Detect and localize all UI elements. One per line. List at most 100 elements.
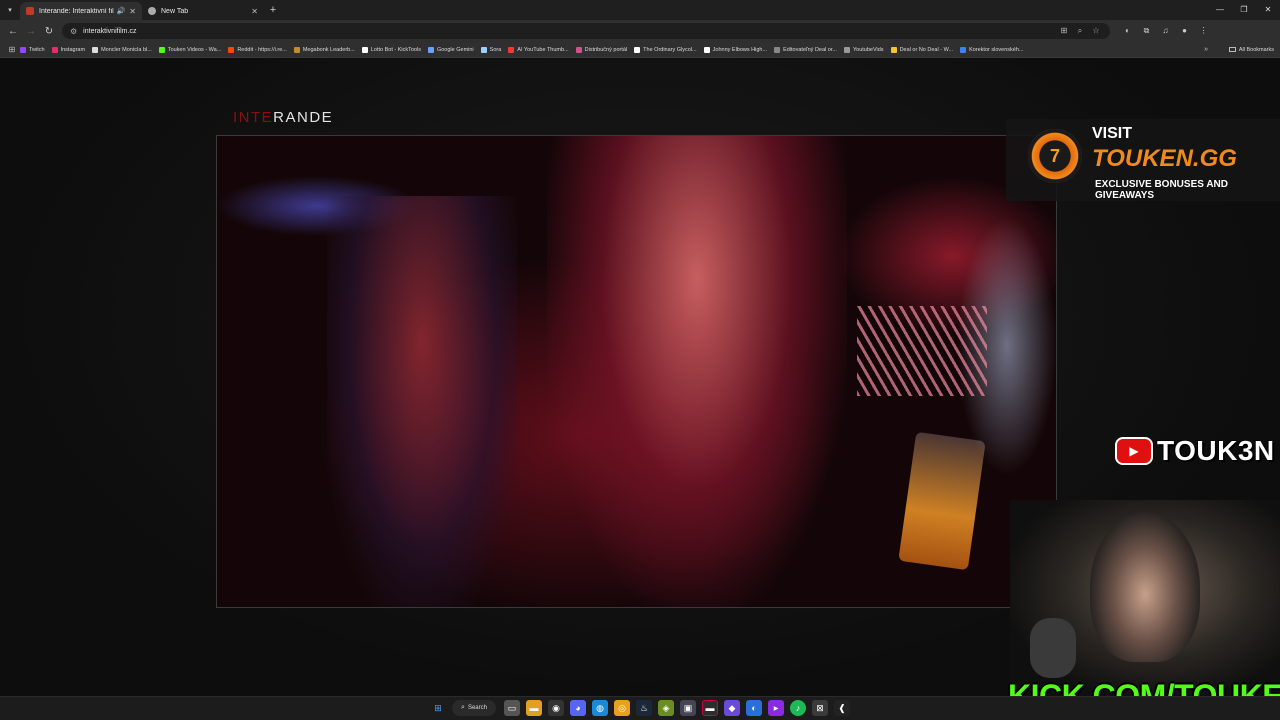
bookmark-favicon-icon: [92, 46, 99, 53]
app-next-icon[interactable]: ▶: [768, 700, 784, 716]
bookmark-label: Lotto Bot - KickTools: [370, 46, 421, 53]
bookmark-favicon-icon: [703, 46, 710, 53]
edge-icon[interactable]: ◍: [592, 700, 608, 716]
browser-toolbar: ← → ↻ ⚙ interaktivnifilm.cz ⊞ ⌕ ☆ ◐ ⧉ ♫ …: [0, 20, 1280, 42]
app-icon[interactable]: ◈: [658, 700, 674, 716]
all-bookmarks-button[interactable]: All Bookmarks: [1228, 46, 1274, 53]
reload-button[interactable]: ↻: [40, 26, 58, 37]
bookmarks-overflow-icon[interactable]: »: [1204, 46, 1208, 53]
bookmark-favicon-icon: [634, 46, 641, 53]
bookmark-item[interactable]: Google Gemini: [427, 46, 474, 53]
close-tab-icon[interactable]: ✕: [251, 7, 258, 16]
bookmark-favicon-icon: [575, 46, 582, 53]
extensions-puzzle-icon[interactable]: ⧉: [1137, 26, 1156, 36]
bookmark-item[interactable]: Twitch: [20, 46, 45, 53]
apps-grid-icon[interactable]: ⊞: [4, 45, 20, 54]
video-straws: [857, 306, 987, 396]
app-purple-icon[interactable]: ◆: [724, 700, 740, 716]
chrome-icon[interactable]: ◎: [614, 700, 630, 716]
bookmark-label: Editovateľný Deal or...: [783, 46, 837, 53]
interactive-video-player[interactable]: [216, 135, 1057, 608]
bookmark-item[interactable]: YoutubeVids: [843, 46, 884, 53]
steam-icon[interactable]: ♨: [636, 700, 652, 716]
bookmark-item[interactable]: Sora: [480, 46, 501, 53]
file-explorer-icon[interactable]: ▬: [526, 700, 542, 716]
menu-kebab-icon[interactable]: ⋮: [1194, 26, 1213, 36]
bookmark-item[interactable]: Johnny Elbows High...: [703, 46, 767, 53]
bookmark-item[interactable]: Reddit - https://i.re...: [228, 46, 287, 53]
extension-icon[interactable]: ◐: [1118, 26, 1137, 36]
obs-icon[interactable]: ◉: [548, 700, 564, 716]
bookmark-item[interactable]: Touken Videos - Wa...: [158, 46, 221, 53]
bookmark-favicon-icon: [774, 46, 781, 53]
taskbar-search[interactable]: ⌕ Search: [452, 700, 496, 716]
tab-search-icon[interactable]: ▾: [0, 6, 20, 14]
interande-favicon-icon: [26, 7, 34, 15]
tab-new-tab[interactable]: New Tab ✕: [142, 2, 264, 20]
media-control-icon[interactable]: ♫: [1156, 26, 1175, 36]
search-icon: ⌕: [461, 704, 465, 711]
window-controls: — ❐ ✕: [1208, 0, 1280, 20]
bookmark-favicon-icon: [508, 46, 515, 53]
terminal-icon[interactable]: ▬: [702, 700, 718, 716]
bookmark-item[interactable]: Deal or No Deal - W...: [890, 46, 953, 53]
zoom-icon[interactable]: ⌕: [1072, 26, 1088, 36]
back-button[interactable]: ←: [4, 26, 22, 37]
bookmark-item[interactable]: Instagram: [51, 46, 86, 53]
translate-icon[interactable]: ⊞: [1056, 26, 1072, 36]
close-tab-icon[interactable]: ✕: [129, 7, 136, 16]
bookmark-star-icon[interactable]: ☆: [1088, 26, 1104, 36]
touken-coin-logo-icon: 7: [1028, 129, 1082, 183]
bookmark-item[interactable]: The Ordinary Glycol...: [634, 46, 697, 53]
task-view-icon[interactable]: ▭: [504, 700, 520, 716]
bookmark-item[interactable]: Moncler Montcla bl...: [92, 46, 152, 53]
profile-avatar-icon[interactable]: ●: [1175, 26, 1194, 36]
bookmark-label: Twitch: [29, 46, 45, 53]
app-window-icon[interactable]: ▣: [680, 700, 696, 716]
discord-icon[interactable]: ◕: [570, 700, 586, 716]
new-tab-button[interactable]: +: [264, 4, 282, 16]
bookmark-item[interactable]: Lotto Bot - KickTools: [361, 46, 421, 53]
bookmark-favicon-icon: [890, 46, 897, 53]
tab-interande[interactable]: Interande: Interaktivní film 🔊 ✕: [20, 2, 142, 20]
bookmark-favicon-icon: [20, 46, 26, 53]
maximize-icon[interactable]: ❐: [1232, 0, 1256, 20]
bookmark-label: Instagram: [60, 46, 86, 53]
video-drink-glass: [898, 431, 986, 571]
bookmark-label: Moncler Montcla bl...: [101, 46, 152, 53]
app-blue-icon[interactable]: ◐: [746, 700, 762, 716]
youtube-handle-text: TOUK3N: [1157, 435, 1275, 466]
bookmark-favicon-icon: [960, 46, 967, 53]
tab-strip: ▾ Interande: Interaktivní film 🔊 ✕ New T…: [0, 0, 1280, 20]
forward-button[interactable]: →: [22, 26, 40, 37]
close-window-icon[interactable]: ✕: [1256, 0, 1280, 20]
site-logo[interactable]: INTERANDE: [233, 109, 333, 126]
audio-playing-icon[interactable]: 🔊: [117, 7, 126, 15]
app-gray-icon[interactable]: ⊠: [812, 700, 828, 716]
bookmark-item[interactable]: Distribučný portál: [575, 46, 627, 53]
bookmark-favicon-icon: [843, 46, 850, 53]
bookmark-label: Google Gemini: [436, 46, 474, 53]
site-info-icon[interactable]: ⚙: [70, 27, 77, 36]
bookmarks-bar: ⊞ Twitch Instagram Moncler Montcla bl... To…: [0, 42, 1280, 58]
bookmark-label: AI YouTube Thumb...: [517, 46, 569, 53]
bookmark-item[interactable]: Megabonk Leaderb...: [293, 46, 355, 53]
tab-label: Interande: Interaktivní film: [39, 7, 114, 15]
bookmark-favicon-icon: [51, 46, 58, 53]
bookmark-favicon-icon: [480, 46, 487, 53]
minimize-icon[interactable]: —: [1208, 0, 1232, 20]
omnibox-actions: ⊞ ⌕ ☆: [1056, 26, 1104, 36]
spotify-icon[interactable]: ♪: [790, 700, 806, 716]
app-k-icon[interactable]: ❰: [834, 700, 850, 716]
windows-start-icon[interactable]: ⊞: [430, 700, 446, 716]
bookmark-item[interactable]: AI YouTube Thumb...: [508, 46, 569, 53]
all-bookmarks-label: All Bookmarks: [1238, 46, 1274, 53]
logo-part1: INTE: [233, 109, 274, 126]
bookmark-label: Megabonk Leaderb...: [302, 46, 355, 53]
bookmark-label: Korektor slovenskéh...: [969, 46, 1024, 53]
bookmark-item[interactable]: Korektor slovenskéh...: [960, 46, 1024, 53]
address-bar[interactable]: ⚙ interaktivnifilm.cz ⊞ ⌕ ☆: [62, 23, 1110, 39]
logo-part2: RANDE: [273, 109, 334, 126]
promo-tagline: EXCLUSIVE BONUSES AND GIVEAWAYS: [1095, 179, 1228, 201]
bookmark-item[interactable]: Editovateľný Deal or...: [774, 46, 837, 53]
